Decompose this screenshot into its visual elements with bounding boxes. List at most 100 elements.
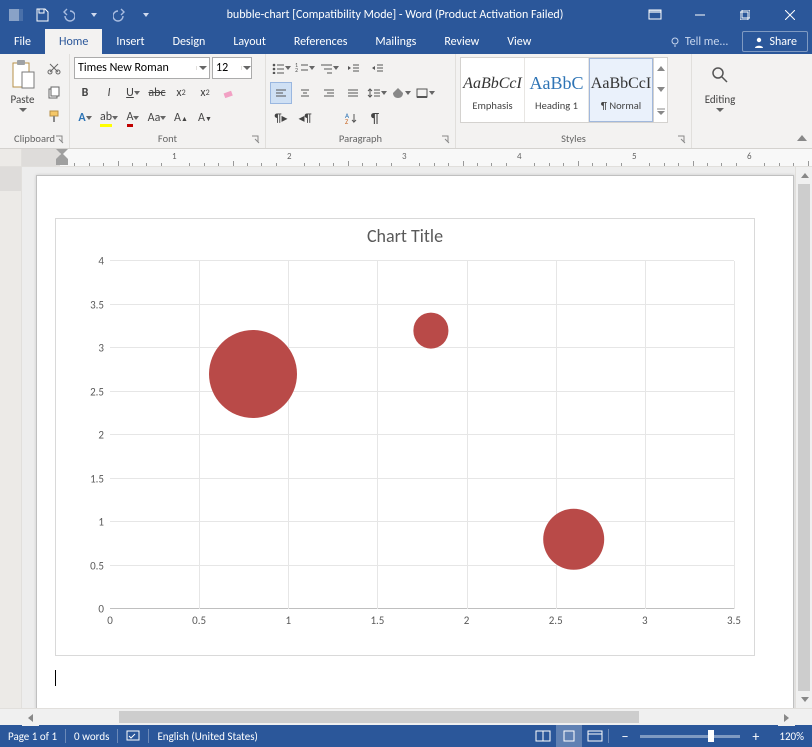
close-button[interactable] [767, 0, 812, 29]
tab-review[interactable]: Review [430, 29, 493, 54]
word-app-icon[interactable] [4, 3, 28, 27]
vscroll-track[interactable] [796, 184, 812, 691]
dialog-launcher-icon[interactable] [55, 135, 67, 147]
clear-formatting-button[interactable] [218, 82, 240, 104]
tab-design[interactable]: Design [159, 29, 220, 54]
vertical-scrollbar[interactable] [795, 167, 812, 708]
bold-button[interactable]: B [74, 82, 96, 104]
bubble-point[interactable] [543, 509, 605, 571]
hscroll-thumb[interactable] [119, 711, 639, 723]
bullets-button[interactable] [270, 57, 292, 79]
gallery-more-icon[interactable] [654, 101, 667, 122]
multilevel-list-button[interactable] [318, 57, 340, 79]
font-name-combo[interactable] [74, 57, 210, 79]
redo-icon[interactable] [108, 3, 132, 27]
style-emphasis[interactable]: AaBbCcIEmphasis [461, 58, 525, 122]
chart-title[interactable]: Chart Title [56, 219, 754, 249]
rtl-direction-button[interactable]: ◂¶ [294, 107, 316, 129]
zoom-level[interactable]: 120% [771, 730, 812, 743]
strikethrough-button[interactable]: abc [146, 82, 168, 104]
align-right-button[interactable] [318, 82, 340, 104]
font-size-input[interactable] [213, 61, 241, 75]
first-line-indent-marker[interactable] [56, 149, 68, 165]
zoom-out-button[interactable]: − [617, 728, 632, 745]
shrink-font-button[interactable]: A▼ [194, 107, 216, 129]
zoom-slider[interactable] [640, 735, 740, 738]
page-number-status[interactable]: Page 1 of 1 [0, 730, 65, 743]
borders-button[interactable] [414, 82, 436, 104]
hscroll-track[interactable] [39, 709, 778, 725]
tab-view[interactable]: View [493, 29, 545, 54]
print-layout-button[interactable] [556, 725, 582, 747]
cut-button[interactable] [43, 57, 65, 79]
bubble-point[interactable] [209, 330, 297, 418]
italic-button[interactable]: I [98, 82, 120, 104]
copy-button[interactable] [43, 81, 65, 103]
language-status[interactable]: English (United States) [149, 730, 265, 743]
ltr-direction-button[interactable]: ¶▸ [270, 107, 292, 129]
zoom-slider-thumb[interactable] [708, 730, 714, 742]
paste-button[interactable]: Paste [4, 57, 41, 112]
chevron-down-icon[interactable] [196, 66, 209, 70]
style-normal[interactable]: AaBbCcI¶ Normal [589, 58, 653, 122]
grow-font-button[interactable]: A▲ [170, 107, 192, 129]
dialog-launcher-icon[interactable] [441, 135, 453, 147]
align-left-button[interactable] [270, 82, 292, 104]
horizontal-ruler[interactable]: 123456 [0, 149, 812, 167]
highlight-button[interactable]: ab [98, 107, 120, 129]
tab-references[interactable]: References [280, 29, 362, 54]
collapse-ribbon-icon[interactable] [794, 130, 810, 146]
increase-indent-button[interactable] [366, 57, 388, 79]
scroll-down-icon[interactable] [796, 691, 812, 708]
format-painter-button[interactable] [43, 105, 65, 127]
shading-button[interactable] [390, 82, 412, 104]
chart-object[interactable]: Chart Title 00.511.522.533.5400.511.522.… [55, 218, 755, 656]
ribbon-display-options-icon[interactable] [632, 0, 677, 29]
web-layout-button[interactable] [582, 725, 608, 747]
font-name-input[interactable] [75, 61, 196, 75]
dialog-launcher-icon[interactable] [677, 135, 689, 147]
line-spacing-button[interactable] [366, 82, 388, 104]
tab-mailings[interactable]: Mailings [361, 29, 430, 54]
style-heading1[interactable]: AaBbCHeading 1 [525, 58, 589, 122]
page[interactable]: Chart Title 00.511.522.533.5400.511.522.… [36, 175, 794, 708]
horizontal-scrollbar[interactable] [0, 708, 812, 725]
save-icon[interactable] [30, 3, 54, 27]
editing-button[interactable]: Editing [696, 57, 744, 112]
word-count-status[interactable]: 0 words [66, 730, 117, 743]
chevron-down-icon[interactable] [241, 66, 251, 70]
sort-button[interactable]: AZ [340, 107, 362, 129]
change-case-button[interactable]: Aa [146, 107, 168, 129]
font-color-button[interactable]: A [122, 107, 144, 129]
align-center-button[interactable] [294, 82, 316, 104]
gallery-up-icon[interactable] [654, 58, 667, 79]
font-size-combo[interactable] [212, 57, 252, 79]
ruler-corner[interactable] [0, 149, 22, 166]
spellcheck-status[interactable] [118, 730, 148, 742]
styles-gallery[interactable]: AaBbCcIEmphasis AaBbCHeading 1 AaBbCcI¶ … [460, 57, 668, 123]
superscript-button[interactable]: x2 [194, 82, 216, 104]
gallery-down-icon[interactable] [654, 79, 667, 100]
scroll-left-icon[interactable] [22, 709, 39, 726]
undo-icon[interactable] [56, 3, 80, 27]
subscript-button[interactable]: x2 [170, 82, 192, 104]
vertical-ruler[interactable] [0, 167, 22, 708]
zoom-in-button[interactable]: + [748, 728, 763, 745]
dialog-launcher-icon[interactable] [251, 135, 263, 147]
numbering-button[interactable]: 12 [294, 57, 316, 79]
chart-plot-area[interactable]: 00.511.522.533.5400.511.522.533.5 [110, 261, 734, 609]
undo-dropdown-icon[interactable] [82, 3, 106, 27]
hruler-track[interactable]: 123456 [22, 149, 812, 166]
restore-button[interactable] [722, 0, 767, 29]
tell-me-search[interactable]: Tell me... [659, 29, 739, 54]
scroll-up-icon[interactable] [796, 167, 812, 184]
decrease-indent-button[interactable] [342, 57, 364, 79]
minimize-button[interactable] [677, 0, 722, 29]
read-mode-button[interactable] [530, 725, 556, 747]
underline-button[interactable]: U [122, 82, 144, 104]
show-hide-marks-button[interactable]: ¶ [364, 107, 386, 129]
scroll-right-icon[interactable] [778, 709, 795, 726]
text-effects-button[interactable]: A [74, 107, 96, 129]
vscroll-thumb[interactable] [798, 184, 810, 691]
tab-home[interactable]: Home [45, 29, 102, 54]
